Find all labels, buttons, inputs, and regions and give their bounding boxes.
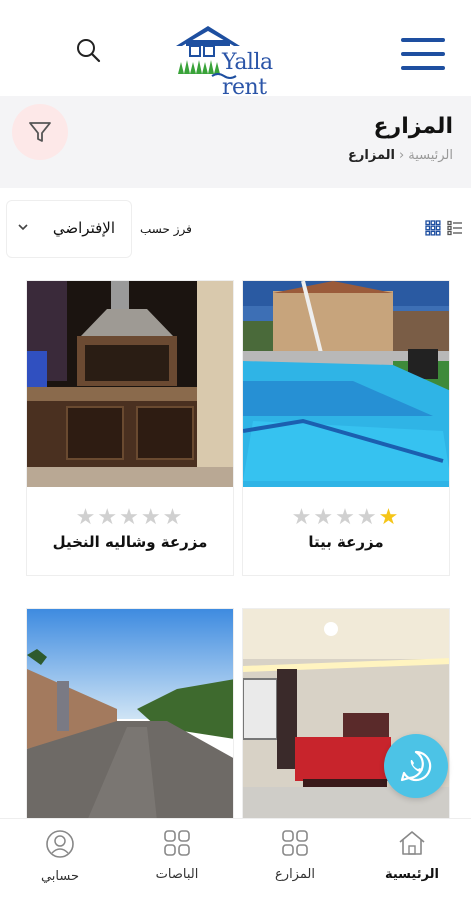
sort-dropdown[interactable]: الإفتراضي: [6, 200, 132, 258]
nav-buses[interactable]: الباصات: [132, 829, 222, 882]
search-icon: [77, 39, 101, 63]
nav-farms-label: المزارع: [275, 867, 315, 882]
star-icon: ★: [162, 505, 185, 530]
home-icon: [399, 831, 425, 855]
user-icon: [46, 830, 74, 858]
grid-icon: [282, 830, 308, 856]
breadcrumb: الرئيسية › المزارع: [348, 148, 453, 163]
chevron-down-icon: [18, 224, 28, 231]
page-title: المزارع: [373, 114, 453, 139]
star-icon: ★: [378, 505, 401, 530]
star-icon: ★: [119, 505, 141, 530]
star-icon: ★: [291, 505, 314, 530]
listing-photo-road: [27, 609, 233, 821]
star-icon: ★: [140, 505, 163, 530]
star-icon: ★: [75, 505, 98, 530]
whatsapp-icon: [400, 750, 432, 782]
grid-view-icon: [425, 220, 441, 236]
sort-label: فرز حسب: [140, 222, 192, 236]
rating-stars: ★★★★★: [243, 505, 449, 530]
whatsapp-button[interactable]: [384, 734, 448, 798]
listing-name: مزرعة وشاليه النخيل: [52, 533, 208, 551]
breadcrumb-current: المزارع: [348, 148, 396, 163]
nav-buses-label: الباصات: [155, 867, 199, 882]
breadcrumb-separator: ›: [399, 148, 405, 163]
star-icon: ★: [97, 505, 120, 530]
nav-account-label: حسابي: [40, 869, 80, 884]
hamburger-line: [401, 66, 445, 70]
listing-card[interactable]: ★★★★★ مزرعة بيتا: [242, 280, 450, 576]
sort-bar: الإفتراضي فرز حسب: [0, 198, 471, 260]
nav-home-label: الرئيسية: [384, 867, 440, 882]
rating-stars: ★★★★★: [27, 505, 233, 530]
nav-home[interactable]: الرئيسية: [367, 829, 457, 882]
menu-button[interactable]: [401, 38, 445, 72]
nav-farms[interactable]: المزارع: [250, 829, 340, 882]
app-header: Yalla rent: [0, 0, 471, 100]
filter-button[interactable]: [12, 104, 68, 160]
listing-photo-bbq: [27, 281, 233, 487]
star-icon: ★: [335, 505, 357, 530]
bottom-navigation: الرئيسية المزارع الباصات حسابي: [0, 818, 471, 900]
star-icon: ★: [356, 505, 379, 530]
listing-card[interactable]: [26, 608, 234, 821]
grid-view-button[interactable]: [425, 220, 441, 240]
logo-text: Yalla rent: [222, 50, 273, 100]
search-button[interactable]: [74, 36, 104, 66]
list-view-icon: [447, 220, 462, 236]
hamburger-icon: [401, 38, 445, 42]
hamburger-line: [401, 52, 445, 56]
grid-icon: [164, 830, 190, 856]
listing-card[interactable]: ★★★★★ مزرعة وشاليه النخيل: [26, 280, 234, 576]
page-header: المزارع الرئيسية › المزارع: [0, 96, 471, 188]
site-logo[interactable]: Yalla rent: [172, 24, 322, 100]
breadcrumb-home[interactable]: الرئيسية: [408, 148, 453, 163]
nav-account[interactable]: حسابي: [15, 829, 105, 884]
star-icon: ★: [313, 505, 336, 530]
listing-name: مزرعة بيتا: [308, 533, 384, 551]
filter-icon: [29, 122, 51, 142]
listing-photo-pool: [243, 281, 449, 487]
list-view-button[interactable]: [447, 220, 463, 240]
sort-value: الإفتراضي: [52, 219, 115, 237]
